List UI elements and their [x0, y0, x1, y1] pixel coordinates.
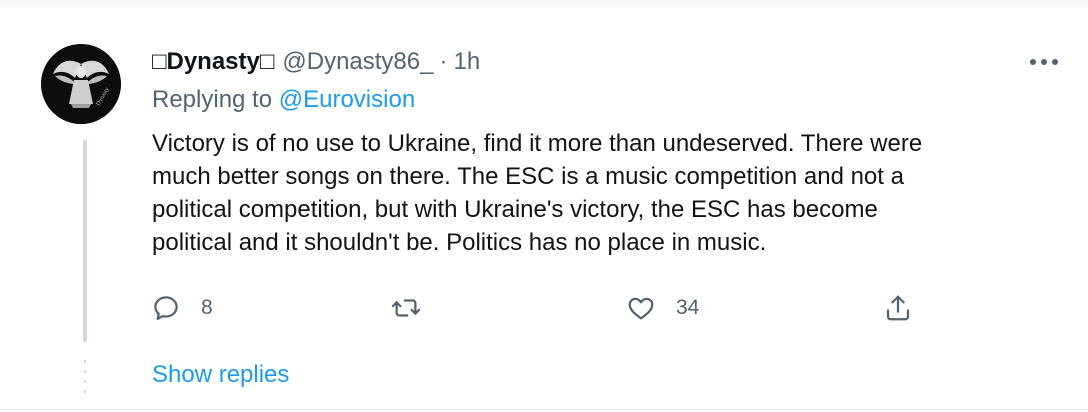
- user-handle[interactable]: @Dynasty86_: [282, 48, 433, 76]
- tweet-text-line: political and it shouldn't be. Politics …: [152, 229, 767, 256]
- separator-dot: ·: [439, 48, 448, 75]
- tweet-text-line: much better songs on there. The ESC is a…: [152, 163, 904, 190]
- avatar-image: Dynasty: [41, 44, 121, 124]
- thread-continuation-dots: [84, 360, 86, 396]
- reply-button[interactable]: 8: [151, 286, 213, 330]
- replying-to: Replying to @Eurovision: [152, 86, 415, 114]
- reply-icon: [154, 296, 178, 320]
- like-count: 34: [676, 296, 700, 319]
- display-name[interactable]: □Dynasty□: [152, 48, 274, 76]
- more-icon: [1030, 59, 1058, 65]
- bottom-divider: [0, 409, 1088, 410]
- more-options-button[interactable]: [1026, 48, 1062, 76]
- like-button[interactable]: 34: [626, 286, 699, 330]
- share-button[interactable]: [883, 286, 913, 330]
- replying-to-handle[interactable]: @Eurovision: [279, 86, 415, 113]
- heart-icon: [628, 297, 654, 320]
- tweet-text-line: political competition, but with Ukraine'…: [152, 196, 878, 223]
- tweet-time[interactable]: 1h: [453, 48, 480, 76]
- tweet-text: Victory is of no use to Ukraine, find it…: [152, 127, 1052, 259]
- top-divider: [0, 0, 1088, 10]
- avatar[interactable]: Dynasty: [41, 44, 121, 124]
- retweet-icon: [391, 299, 421, 317]
- tweet-text-line: Victory is of no use to Ukraine, find it…: [152, 130, 923, 157]
- show-replies-link[interactable]: Show replies: [152, 361, 289, 389]
- reply-count: 8: [201, 296, 213, 319]
- retweet-button[interactable]: [391, 286, 441, 330]
- share-icon: [886, 295, 910, 321]
- tweet-actions: 8 34: [0, 286, 1088, 330]
- replying-to-label: Replying to: [152, 86, 279, 113]
- tweet-header: □Dynasty□ @Dynasty86_ · 1h: [152, 45, 480, 79]
